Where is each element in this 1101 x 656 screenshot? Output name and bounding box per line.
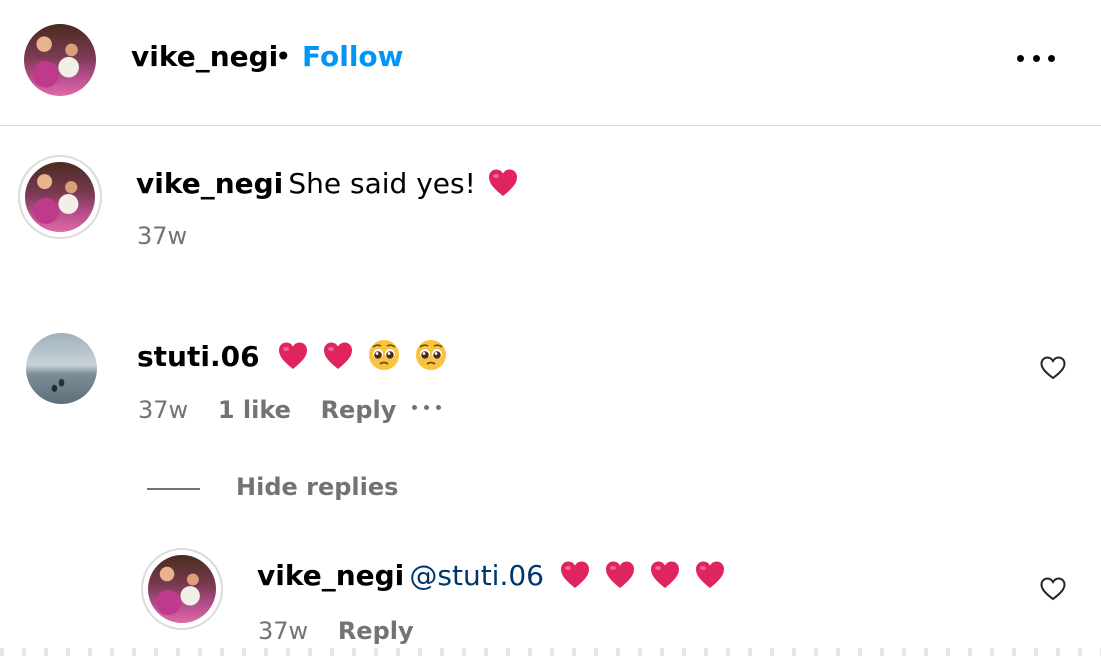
caption-line: vike_negi She said yes! xyxy=(136,167,519,200)
reply-avatar-ring[interactable] xyxy=(141,548,223,630)
reply-like-heart-icon[interactable] xyxy=(1039,575,1067,603)
pleading-face-icon xyxy=(415,340,446,370)
red-heart-icon xyxy=(323,342,352,369)
caption-avatar xyxy=(25,162,95,232)
reply-username[interactable]: vike_negi xyxy=(257,559,404,592)
red-heart-icon xyxy=(696,561,725,588)
post-comments-panel: vike_negi • Follow vike_negi She said ye… xyxy=(0,0,1101,656)
reply-meta: 37w Reply xyxy=(258,617,436,645)
caption-meta: 37w xyxy=(137,222,187,250)
red-heart-icon xyxy=(651,561,680,588)
red-heart-icon xyxy=(278,342,307,369)
caption-avatar-ring[interactable] xyxy=(18,155,102,239)
comment-meta: 37w 1 like Reply xyxy=(138,396,418,424)
author-avatar[interactable] xyxy=(24,24,96,96)
header-divider xyxy=(0,125,1101,126)
caption-time[interactable]: 37w xyxy=(137,222,187,250)
loading-strip xyxy=(0,648,1101,656)
red-heart-icon xyxy=(561,561,590,588)
reply-line: vike_negi @stuti.06 xyxy=(257,559,726,592)
pleading-face-icon xyxy=(368,340,399,370)
comment-username[interactable]: stuti.06 xyxy=(137,340,260,373)
red-heart-icon xyxy=(606,561,635,588)
commenter-avatar[interactable] xyxy=(26,333,97,404)
reply-mention[interactable]: @stuti.06 xyxy=(409,559,544,592)
more-options-icon[interactable] xyxy=(1017,44,1055,72)
reply-reply-button[interactable]: Reply xyxy=(338,617,414,645)
comment-time[interactable]: 37w xyxy=(138,396,188,424)
reply-avatar xyxy=(148,555,216,623)
red-heart-icon xyxy=(488,169,517,196)
caption-username[interactable]: vike_negi xyxy=(136,167,283,200)
comment-options-icon[interactable] xyxy=(412,405,441,410)
hide-replies-line xyxy=(147,488,200,490)
comment-line: stuti.06 xyxy=(137,338,448,373)
separator-dot: • xyxy=(275,40,292,73)
comment-reply-button[interactable]: Reply xyxy=(321,396,397,424)
reply-time[interactable]: 37w xyxy=(258,617,308,645)
author-username[interactable]: vike_negi xyxy=(131,40,278,73)
comment-likes[interactable]: 1 like xyxy=(218,396,291,424)
caption-text: She said yes! xyxy=(288,167,476,200)
hide-replies-button[interactable]: Hide replies xyxy=(236,473,398,501)
follow-button[interactable]: Follow xyxy=(302,40,404,73)
comment-like-heart-icon[interactable] xyxy=(1039,354,1067,382)
